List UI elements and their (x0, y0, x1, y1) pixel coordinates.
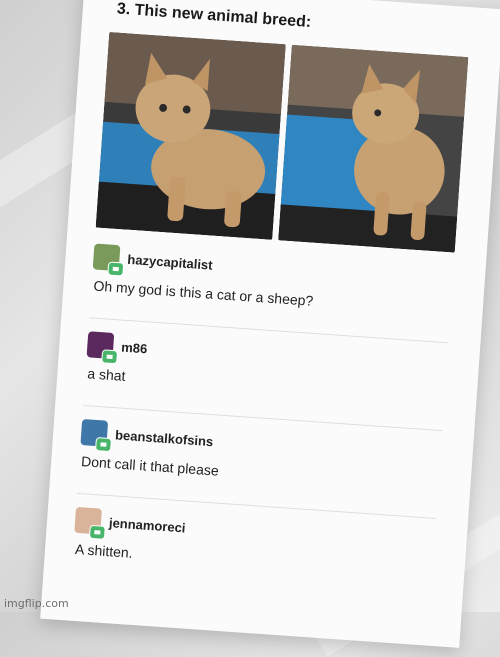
post-username[interactable]: m86 (121, 339, 148, 356)
cat-photo-right (278, 44, 469, 253)
reblog-post: hazycapitalist Oh my god is this a cat o… (91, 243, 454, 318)
cat-photo-left (95, 31, 286, 240)
reblog-icon (95, 437, 112, 453)
reblog-post: m86 a shat (85, 331, 448, 406)
avatar[interactable] (80, 419, 112, 453)
post-username[interactable]: hazycapitalist (127, 251, 213, 272)
reblog-icon (88, 524, 106, 540)
reblog-post: beanstalkofsins Dont call it that please (79, 419, 442, 494)
reblog-icon (101, 349, 119, 365)
page-heading: 3. This new animal breed: (116, 0, 312, 32)
printed-page: 3. This new animal breed: hazycapitalist… (40, 0, 500, 648)
imgflip-watermark: imgflip.com (4, 597, 69, 610)
reblog-post: jennamoreci A shitten. (73, 506, 436, 582)
reblog-icon (107, 261, 125, 277)
post-username[interactable]: beanstalkofsins (115, 427, 214, 449)
post-username[interactable]: jennamoreci (109, 515, 186, 535)
avatar[interactable] (74, 506, 106, 540)
avatar[interactable] (86, 331, 119, 365)
cat-photos (95, 31, 469, 253)
avatar[interactable] (92, 243, 125, 277)
